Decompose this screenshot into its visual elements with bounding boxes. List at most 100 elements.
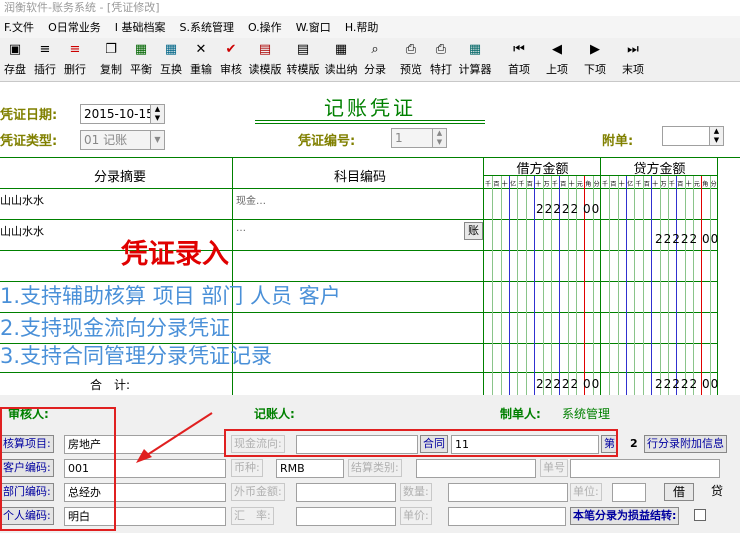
copy-icon: ❐: [105, 42, 117, 57]
digit-header: 千: [668, 181, 675, 188]
menu-window[interactable]: W.窗口: [296, 19, 331, 35]
first-button[interactable]: ⏮ 首项: [500, 42, 538, 80]
number-label: 凭证编号:: [298, 134, 356, 149]
menu-operate[interactable]: O.操作: [248, 19, 282, 35]
doc-button[interactable]: 单号: [540, 459, 568, 477]
rate-field[interactable]: [296, 507, 396, 526]
entry-button[interactable]: ⌕ 分录: [360, 42, 390, 80]
row1-debit-cents: 00: [583, 202, 601, 216]
profit-transfer-button[interactable]: 本笔分录为损益结转:: [570, 507, 680, 525]
currency-field[interactable]: RMB: [276, 459, 344, 478]
menu-system[interactable]: S.系统管理: [179, 19, 233, 35]
col-summary-header: 分录摘要: [93, 170, 146, 185]
digit-header: 万: [660, 181, 667, 188]
date-field[interactable]: 2015-10-15 ▲ ▼: [80, 104, 165, 124]
clear-button[interactable]: ✕ 重输: [186, 42, 216, 80]
calculator-button[interactable]: ▦ 计算器: [456, 42, 494, 80]
digit-header: 千: [485, 181, 492, 188]
attach-spinner[interactable]: ▲ ▼: [709, 127, 723, 145]
last-icon: ⏭: [627, 42, 639, 57]
bookkeeper-label: 记账人:: [254, 407, 295, 421]
page-number: 2: [630, 437, 638, 450]
digit-divider: [509, 176, 511, 396]
read-template-button[interactable]: ▤ 读模版: [246, 42, 284, 80]
number-spinner[interactable]: ▲ ▼: [432, 129, 446, 147]
row2-account[interactable]: …: [236, 223, 246, 234]
maker-label: 制单人:: [500, 407, 541, 421]
insert-row-icon: ≡: [39, 42, 51, 57]
menu-bar: F.文件 O日常业务 I 基础档案 S.系统管理 O.操作 W.窗口 H.帮助: [0, 16, 740, 38]
chevron-down-icon: ▼: [150, 131, 164, 149]
price-button[interactable]: 单价:: [400, 507, 432, 525]
digit-header: 百: [677, 181, 684, 188]
qty-field[interactable]: [448, 483, 568, 502]
aux-highlight-box: [0, 407, 116, 531]
row2-summary[interactable]: 山山水水: [0, 223, 44, 239]
insert-row-button[interactable]: ≡ 插行: [30, 42, 60, 80]
clear-icon: ✕: [195, 42, 207, 57]
last-button[interactable]: ⏭ 末项: [614, 42, 652, 80]
overlay-line-2: 2.支持现金流向分录凭证: [0, 316, 231, 340]
menu-daily[interactable]: O日常业务: [48, 19, 101, 35]
fx-amount-field[interactable]: [296, 483, 396, 502]
balance-button[interactable]: ▦ 平衡: [126, 42, 156, 80]
next-icon: ▶: [590, 42, 600, 57]
currency-button[interactable]: 币种:: [231, 459, 263, 477]
digit-header: 元: [693, 181, 700, 188]
number-field[interactable]: 1 ▲ ▼: [391, 128, 447, 148]
digit-divider: [634, 176, 636, 396]
fx-amount-button[interactable]: 外币金额:: [231, 483, 285, 501]
digit-header: 十: [685, 181, 692, 188]
row1-account[interactable]: 现金…: [236, 192, 266, 207]
unit-field[interactable]: [612, 483, 646, 502]
digit-header: 百: [526, 181, 533, 188]
type-select[interactable]: 01 记账 ▼: [80, 130, 165, 150]
qty-button[interactable]: 数量:: [400, 483, 432, 501]
prev-button[interactable]: ◀ 上项: [538, 42, 576, 80]
unit-button[interactable]: 单位:: [570, 483, 602, 501]
digit-header: 十: [618, 181, 625, 188]
credit-button[interactable]: 贷: [702, 483, 732, 501]
account-book-button[interactable]: 账: [464, 222, 483, 240]
menu-file[interactable]: F.文件: [4, 19, 34, 35]
menu-basic[interactable]: I 基础档案: [115, 19, 166, 35]
digit-header: 百: [560, 181, 567, 188]
digit-header: 十: [652, 181, 659, 188]
swap-button[interactable]: ▦ 互换: [156, 42, 186, 80]
digit-divider: [692, 176, 694, 396]
overlay-line-1: 1.支持辅助核算 项目 部门 人员 客户: [0, 284, 341, 308]
special-print-button[interactable]: ⎙ 特打: [426, 42, 456, 80]
row1-summary[interactable]: 山山水水: [0, 192, 44, 208]
balance-icon: ▦: [134, 42, 148, 57]
preview-icon: ⎙: [405, 42, 417, 57]
digit-header: 元: [576, 181, 583, 188]
total-debit: 22222: [536, 377, 580, 391]
save-button[interactable]: ▣ 存盘: [0, 42, 30, 80]
settle-button[interactable]: 结算类别:: [348, 459, 402, 477]
digit-header: 角: [702, 181, 709, 188]
price-field[interactable]: [448, 507, 566, 526]
menu-help[interactable]: H.帮助: [345, 19, 379, 35]
entry-info-button[interactable]: 行分录附加信息: [644, 435, 727, 453]
copy-button[interactable]: ❐ 复制: [96, 42, 126, 80]
settle-field[interactable]: [416, 459, 536, 478]
read-template-icon: ▤: [258, 42, 272, 57]
title-underline: [255, 120, 485, 121]
doc-field[interactable]: [570, 459, 720, 478]
digit-header: 十: [568, 181, 575, 188]
attach-field[interactable]: ▲ ▼: [662, 126, 724, 146]
date-spinner[interactable]: ▲ ▼: [150, 105, 164, 123]
row2-credit: 22222: [655, 232, 699, 246]
preview-button[interactable]: ⎙ 预览: [396, 42, 426, 80]
rate-button[interactable]: 汇 率:: [231, 507, 274, 525]
next-button[interactable]: ▶ 下项: [576, 42, 614, 80]
audit-button[interactable]: ✔ 审核: [216, 42, 246, 80]
delete-row-button[interactable]: ≡ 删行: [60, 42, 90, 80]
digit-divider: [684, 176, 686, 396]
profit-transfer-checkbox[interactable]: [694, 509, 706, 521]
overlay-line-3: 3.支持合同管理分录凭证记录: [0, 344, 273, 368]
read-cashier-button[interactable]: ▦ 读出纳: [322, 42, 360, 80]
debit-button[interactable]: 借: [664, 483, 694, 501]
digit-divider: [626, 176, 628, 396]
to-template-button[interactable]: ▤ 转模版: [284, 42, 322, 80]
